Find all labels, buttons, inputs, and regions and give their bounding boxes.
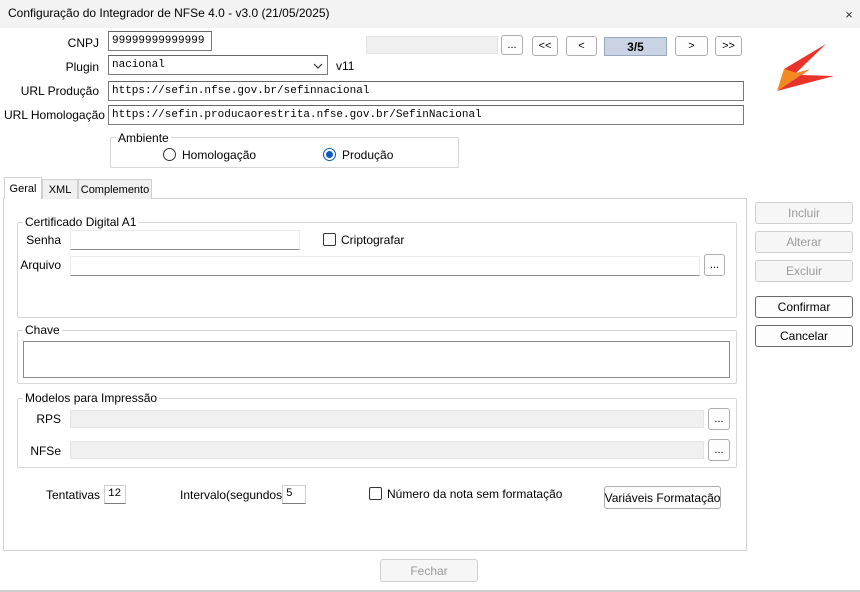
arquivo-label: Arquivo <box>20 258 61 272</box>
tab-complemento[interactable]: Complemento <box>78 179 152 199</box>
numero-sem-formatacao-checkbox[interactable] <box>369 487 382 500</box>
arquivo-browse-button[interactable]: ... <box>704 254 725 276</box>
fechar-button[interactable]: Fechar <box>380 559 478 582</box>
certificado-title: Certificado Digital A1 <box>23 215 139 229</box>
tentativas-field[interactable]: 12 <box>104 485 126 504</box>
close-button[interactable]: × <box>840 5 858 23</box>
record-browse-button[interactable]: ... <box>501 35 523 55</box>
intervalo-label: Intervalo(segundos) <box>180 488 287 502</box>
url-homologacao-label: URL Homologação <box>4 108 105 122</box>
url-producao-field[interactable]: https://sefin.nfse.gov.br/sefinnacional <box>108 81 744 101</box>
rps-label: RPS <box>36 412 61 426</box>
url-homologacao-field[interactable]: https://sefin.producaorestrita.nfse.gov.… <box>108 105 744 125</box>
tentativas-label: Tentativas <box>46 488 101 502</box>
alterar-button[interactable]: Alterar <box>755 231 853 253</box>
cancelar-button[interactable]: Cancelar <box>755 325 853 347</box>
ambiente-title: Ambiente <box>116 131 171 145</box>
previous-record-button[interactable]: < <box>566 36 597 56</box>
confirmar-button[interactable]: Confirmar <box>755 296 853 318</box>
tab-xml[interactable]: XML <box>42 179 78 199</box>
incluir-button[interactable]: Incluir <box>755 202 853 224</box>
senha-label: Senha <box>26 233 61 247</box>
brand-logo-icon <box>777 44 834 91</box>
arquivo-field[interactable] <box>70 256 700 276</box>
cnpj-label: CNPJ <box>67 36 99 50</box>
close-icon[interactable]: × <box>845 7 853 22</box>
variaveis-formatacao-button[interactable]: Variáveis Formatação <box>604 486 721 509</box>
rps-browse-button[interactable]: ... <box>708 408 730 430</box>
intervalo-field[interactable]: 5 <box>282 485 306 504</box>
excluir-button[interactable]: Excluir <box>755 260 853 282</box>
nfse-field <box>70 441 704 459</box>
last-record-button[interactable]: >> <box>715 36 742 56</box>
plugin-label: Plugin <box>65 60 99 74</box>
homologacao-label[interactable]: Homologação <box>182 148 256 162</box>
record-search-field[interactable] <box>366 36 498 54</box>
window-title: Configuração do Integrador de NFSe 4.0 -… <box>8 6 330 20</box>
title-bar: Configuração do Integrador de NFSe 4.0 -… <box>0 0 860 28</box>
nfse-browse-button[interactable]: ... <box>708 439 730 461</box>
senha-field[interactable] <box>70 230 300 250</box>
modelos-title: Modelos para Impressão <box>23 391 160 405</box>
next-record-button[interactable]: > <box>675 36 708 56</box>
plugin-select-value: nacional <box>112 59 165 71</box>
criptografar-checkbox[interactable] <box>323 233 336 246</box>
producao-radio[interactable] <box>323 148 336 161</box>
homologacao-radio[interactable] <box>163 148 176 161</box>
plugin-version: v11 <box>336 59 355 73</box>
first-record-button[interactable]: << <box>532 36 558 56</box>
plugin-select[interactable]: nacional <box>108 55 328 75</box>
numero-sem-formatacao-label[interactable]: Número da nota sem formatação <box>387 487 562 501</box>
tab-geral[interactable]: Geral <box>4 177 42 199</box>
record-position: 3/5 <box>604 37 667 56</box>
rps-field <box>70 410 704 428</box>
criptografar-label[interactable]: Criptografar <box>341 233 404 247</box>
producao-label[interactable]: Produção <box>342 148 393 162</box>
chevron-down-icon <box>313 63 323 69</box>
cnpj-field[interactable]: 99999999999999 <box>108 31 212 51</box>
chave-textarea[interactable] <box>23 341 730 378</box>
nfse-label: NFSe <box>30 444 61 458</box>
chave-title: Chave <box>23 323 62 337</box>
url-producao-label: URL Produção <box>20 84 99 98</box>
